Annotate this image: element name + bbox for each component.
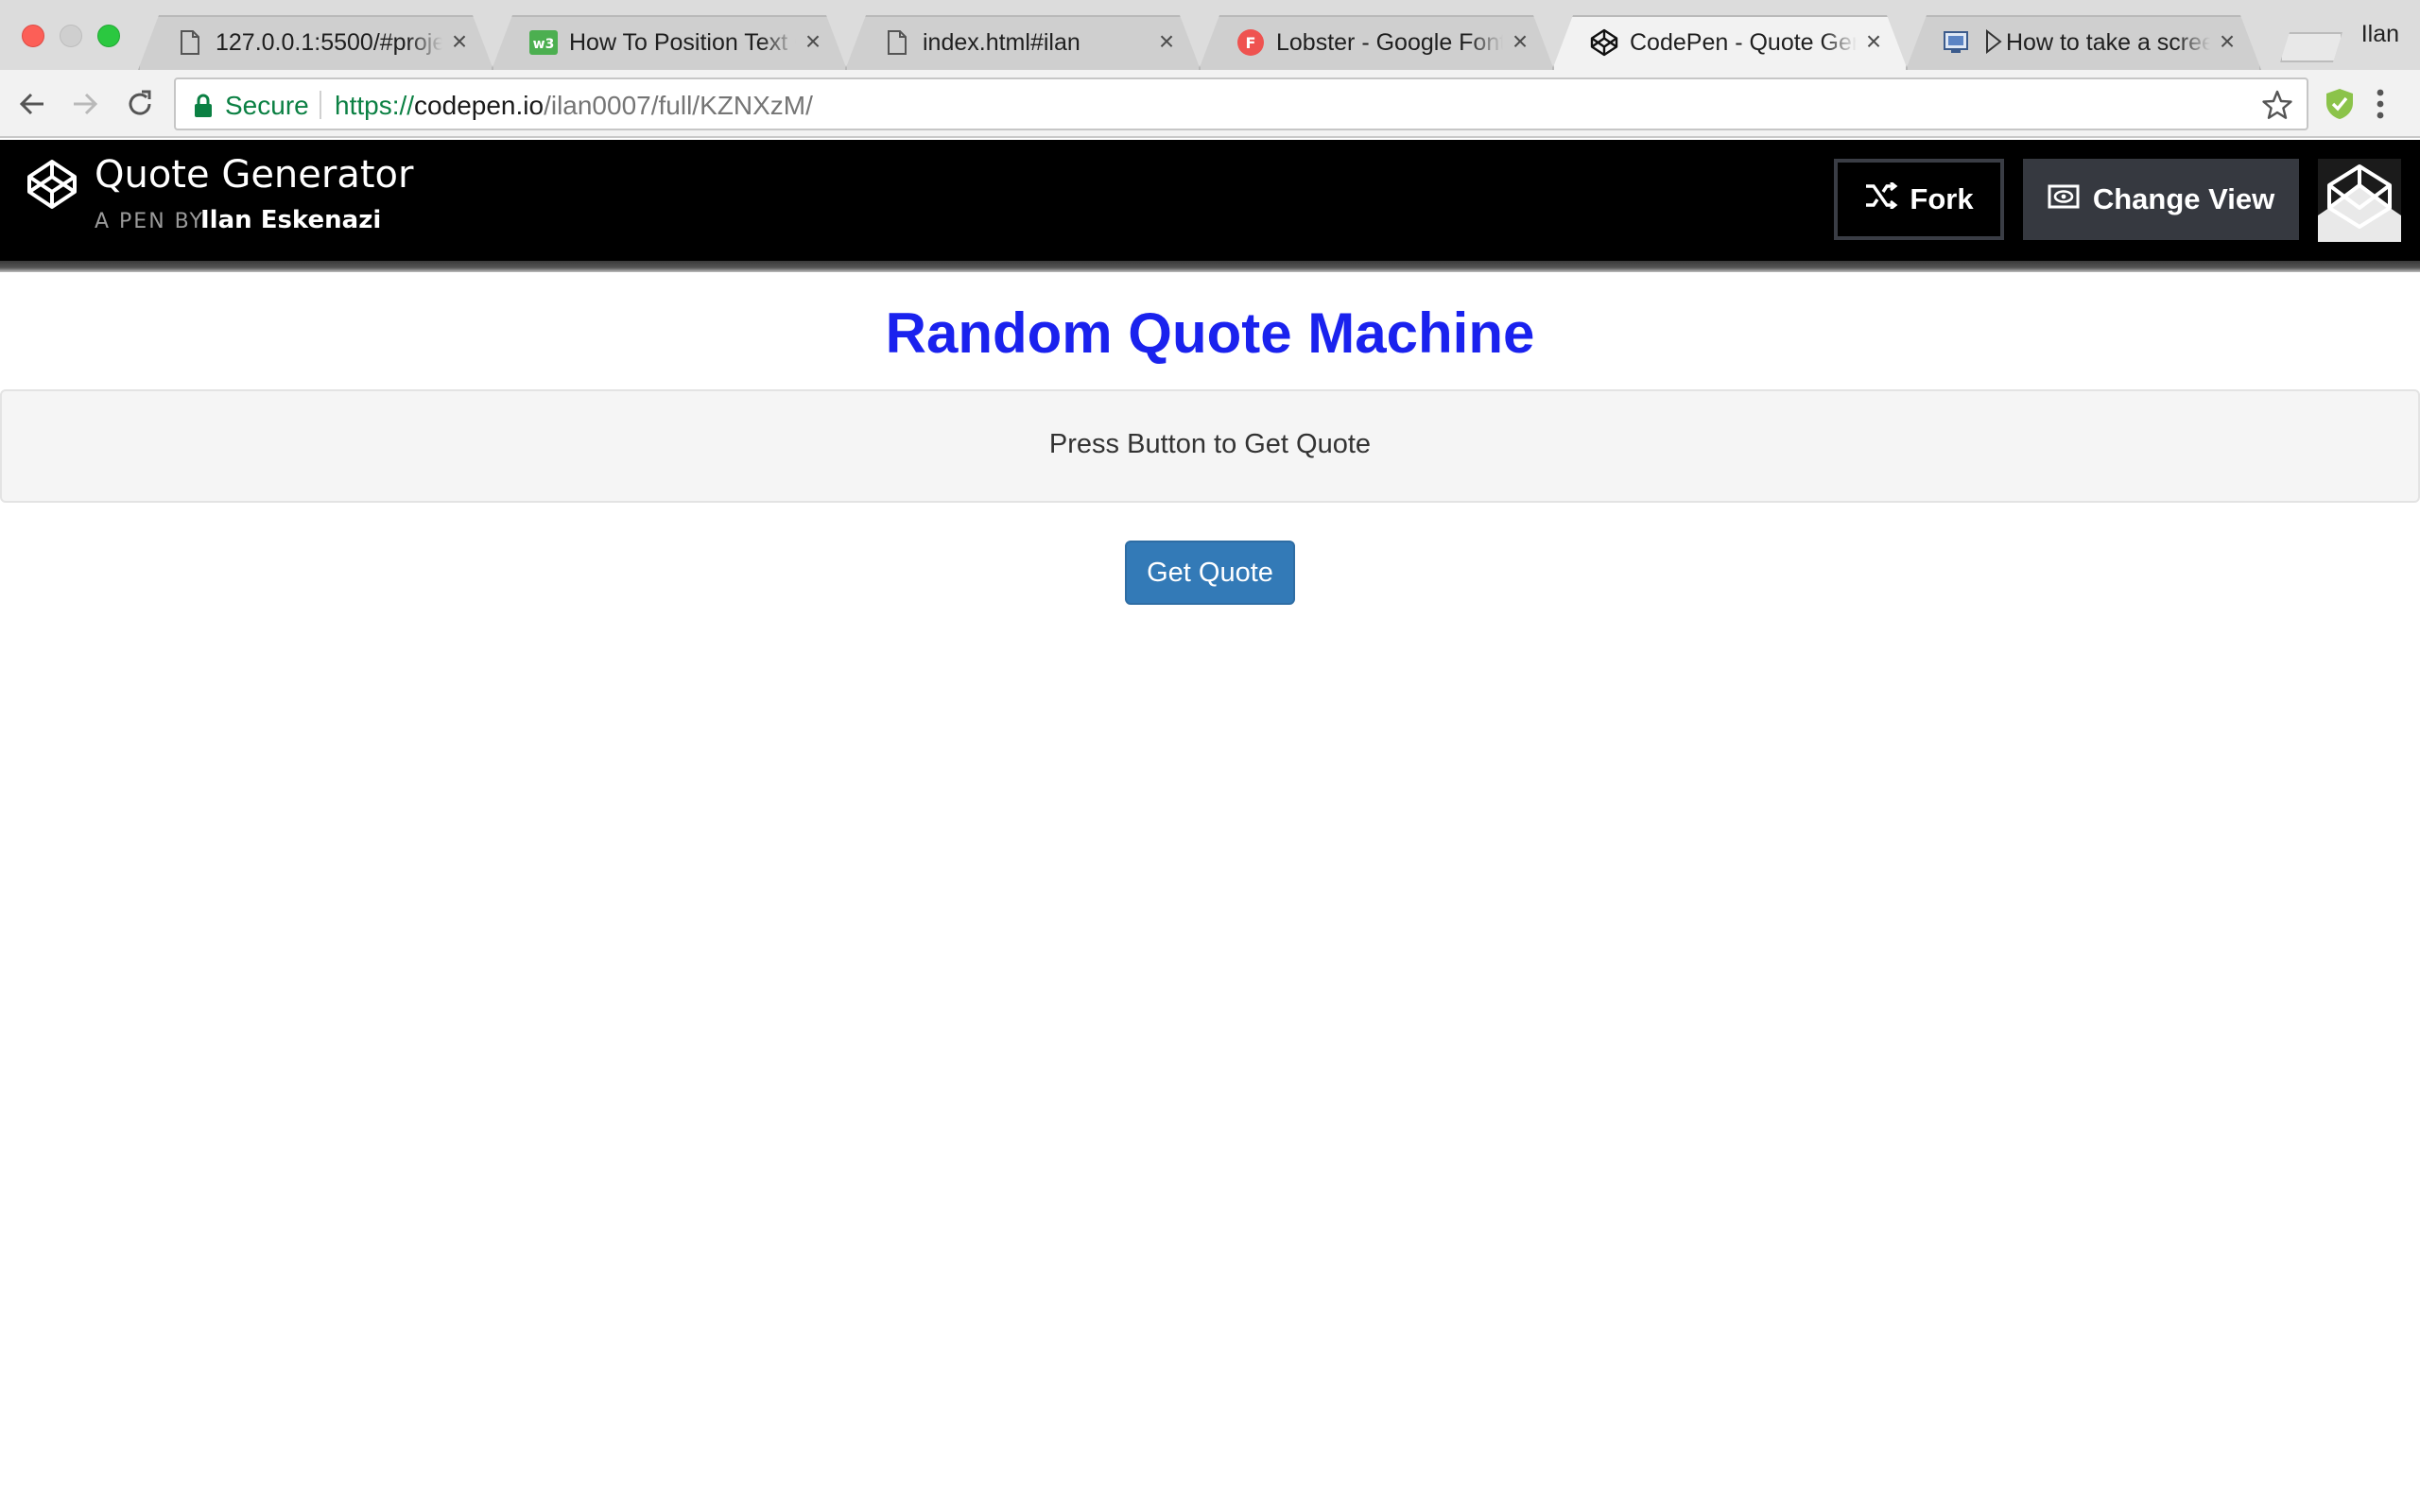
forward-icon[interactable] (68, 87, 102, 121)
fork-button[interactable]: Fork (1834, 159, 2004, 240)
change-view-button[interactable]: Change View (2023, 159, 2299, 240)
close-tab-icon[interactable]: × (2214, 28, 2240, 55)
tab-title: How To Position Text Over an Image (569, 29, 796, 56)
codepen-icon (1590, 28, 1618, 57)
browser-tab[interactable]: How to take a screenshot × (1906, 15, 2261, 70)
maximize-window-button[interactable] (97, 25, 120, 47)
close-tab-icon[interactable]: × (1860, 28, 1887, 55)
close-tab-icon[interactable]: × (800, 28, 826, 55)
tab-title: 127.0.0.1:5500/#projects (216, 29, 442, 56)
shield-extension-icon[interactable] (2324, 87, 2356, 126)
pen-byline: A PEN BY (95, 210, 204, 233)
tab-title: Lobster - Google Fonts (1276, 29, 1503, 56)
profile-name[interactable]: Ilan (2361, 21, 2399, 48)
close-tab-icon[interactable]: × (1153, 28, 1180, 55)
video-icon (1944, 28, 1972, 57)
url-path: /ilan0007/full/KZNXzM/ (544, 91, 813, 120)
browser-tab[interactable]: index.html#ilan × (845, 15, 1201, 70)
google-fonts-icon: F (1236, 28, 1265, 57)
user-avatar[interactable] (2318, 159, 2401, 242)
browser-tab[interactable]: F Lobster - Google Fonts × (1199, 15, 1554, 70)
browser-menu-icon[interactable] (2375, 87, 2386, 126)
tab-title: index.html#ilan (923, 29, 1080, 56)
page-icon (883, 28, 911, 57)
close-tab-icon[interactable]: × (1507, 28, 1533, 55)
quote-box: Press Button to Get Quote (0, 389, 2420, 503)
reload-icon[interactable] (123, 87, 157, 121)
fork-label: Fork (1910, 182, 1974, 215)
browser-tab-active[interactable]: CodePen - Quote Generator × (1552, 15, 1908, 70)
google-fonts-letter: F (1246, 34, 1256, 52)
bookmark-star-icon[interactable] (2261, 89, 2293, 126)
url-scheme: https:// (335, 91, 415, 120)
page-title: Random Quote Machine (885, 301, 1535, 365)
page-icon (176, 28, 204, 57)
play-icon (1985, 28, 2002, 59)
tab-title: How to take a screenshot (2006, 29, 2210, 56)
change-view-label: Change View (2092, 182, 2275, 215)
back-icon[interactable] (15, 87, 49, 121)
lock-icon[interactable] (193, 94, 214, 123)
omnibox-divider (320, 91, 321, 119)
browser-toolbar: Secure https://codepen.io/ilan0007/full/… (0, 70, 2420, 138)
codepen-logo-icon[interactable] (26, 159, 78, 215)
url-text[interactable]: https://codepen.io/ilan0007/full/KZNXzM/ (335, 91, 813, 121)
address-bar[interactable]: Secure https://codepen.io/ilan0007/full/… (174, 77, 2308, 130)
close-window-button[interactable] (22, 25, 44, 47)
get-quote-button[interactable]: Get Quote (1125, 541, 1295, 605)
codepen-header: Quote Generator A PEN BY Ilan Eskenazi F… (0, 140, 2420, 261)
w3schools-icon: w3 (529, 28, 558, 57)
pen-author-link[interactable]: Ilan Eskenazi (200, 206, 381, 234)
pen-title: Quote Generator (95, 153, 414, 197)
browser-tab[interactable]: w3 How To Position Text Over an Image × (492, 15, 847, 70)
new-tab-button[interactable] (2280, 32, 2342, 62)
fork-icon (1864, 180, 1898, 216)
svg-text:w3: w3 (533, 37, 555, 52)
tab-title: CodePen - Quote Generator (1630, 29, 1857, 56)
url-host: codepen.io (414, 91, 544, 120)
secure-label[interactable]: Secure (225, 91, 309, 121)
quote-text: Press Button to Get Quote (1048, 429, 1372, 459)
browser-tab-strip: 127.0.0.1:5500/#projects × w3 How To Pos… (0, 0, 2420, 70)
minimize-window-button[interactable] (60, 25, 82, 47)
browser-tab[interactable]: 127.0.0.1:5500/#projects × (138, 15, 493, 70)
eye-icon (2048, 182, 2080, 216)
header-shadow (0, 261, 2420, 272)
close-tab-icon[interactable]: × (446, 28, 473, 55)
